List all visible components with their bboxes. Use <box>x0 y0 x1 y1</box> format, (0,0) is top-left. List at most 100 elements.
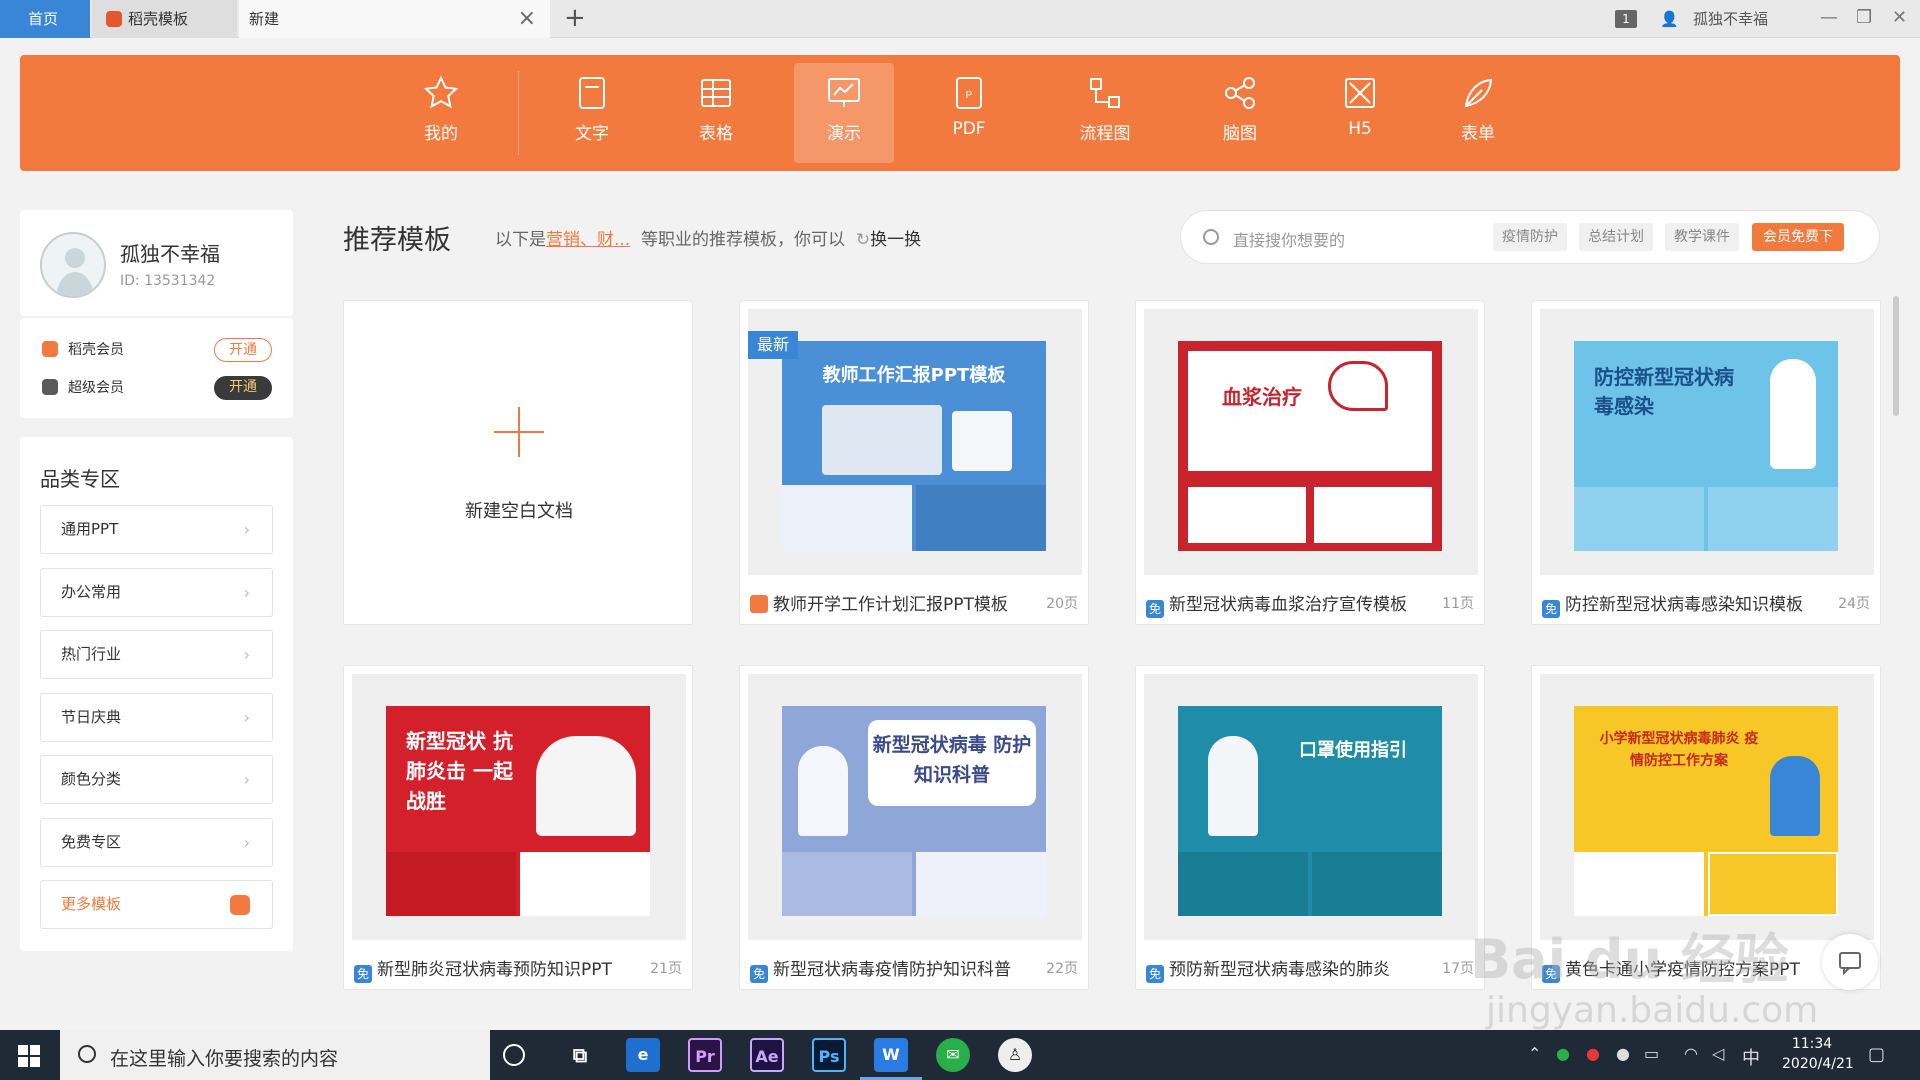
edge-browser-icon[interactable]: e <box>626 1038 660 1072</box>
wechat-icon[interactable]: ✉ <box>936 1038 970 1072</box>
template-card[interactable]: 新型冠状 抗肺炎击 一起战胜 免新型肺炎冠状病毒预防知识PPT 21页 <box>343 665 693 990</box>
nav-label: H5 <box>1348 119 1372 139</box>
scrollbar[interactable] <box>1893 296 1899 416</box>
more-templates-button[interactable]: 更多模板 <box>40 880 273 929</box>
thumb-title: 新型冠状病毒 防护知识科普 <box>872 734 1032 786</box>
thumb-title: 教师工作汇报PPT模板 <box>822 365 1006 386</box>
search-tag[interactable]: 疫情防护 <box>1493 223 1567 251</box>
task-view-icon[interactable]: ⧉ <box>563 1038 597 1072</box>
ime-indicator[interactable]: 中 <box>1742 1044 1760 1070</box>
category-item[interactable]: 节日庆典 › <box>40 693 273 742</box>
thumb-title: 小学新型冠状病毒肺炎 疫情防控工作方案 <box>1599 731 1759 769</box>
nav-text[interactable]: 文字 <box>542 63 642 163</box>
taskbar-clock[interactable]: 11:34 2020/4/21 <box>1782 1034 1854 1074</box>
feedback-button[interactable] <box>1822 934 1878 990</box>
template-caption: 免新型冠状病毒疫情防护知识科普 <box>750 955 1011 983</box>
free-badge: 免 <box>1146 965 1164 983</box>
template-card[interactable]: 新型冠状病毒 防护知识科普 免新型冠状病毒疫情防护知识科普 22页 <box>739 665 1089 990</box>
laptop-illustration <box>822 405 942 475</box>
new-blank-doc-card[interactable]: 新建空白文档 <box>343 300 693 625</box>
tray-qq-icon[interactable]: ● <box>1616 1044 1630 1063</box>
user-app-icon[interactable]: ♙ <box>998 1038 1032 1072</box>
document-icon <box>579 77 605 109</box>
tray-weibo-icon[interactable]: ● <box>1586 1044 1600 1063</box>
taskbar-search[interactable]: 在这里输入你要搜索的内容 <box>60 1030 490 1080</box>
nav-form[interactable]: 表单 <box>1428 63 1528 163</box>
category-label: 颜色分类 <box>61 770 122 788</box>
template-card[interactable]: 防控新型冠状病毒感染 免防控新型冠状病毒感染知识模板 24页 <box>1531 300 1881 625</box>
pdf-icon: P <box>956 77 982 109</box>
tab-home[interactable]: 首页 <box>0 0 90 38</box>
search-tag[interactable]: 教学课件 <box>1665 223 1739 251</box>
restore-button[interactable]: ❐ <box>1856 0 1872 38</box>
windows-start-icon[interactable] <box>18 1045 40 1067</box>
category-item[interactable]: 通用PPT › <box>40 505 273 554</box>
after-effects-icon[interactable]: Ae <box>750 1038 784 1072</box>
template-title: 防控新型冠状病毒感染知识模板 <box>1565 595 1803 615</box>
recommend-title: 推荐模板 <box>343 225 451 256</box>
category-item[interactable]: 热门行业 › <box>40 630 273 679</box>
super-member-open-button[interactable]: 开通 <box>214 376 272 400</box>
nav-mine[interactable]: 我的 <box>391 63 491 163</box>
tab-template[interactable]: 稻壳模板 <box>92 0 237 38</box>
vip-free-download-button[interactable]: 会员免费下 <box>1752 223 1844 251</box>
chat-icon <box>1839 952 1861 976</box>
free-badge: 免 <box>354 965 372 983</box>
nav-h5[interactable]: H5 <box>1310 63 1410 163</box>
premiere-icon[interactable]: Pr <box>688 1038 722 1072</box>
category-item[interactable]: 颜色分类 › <box>40 755 273 804</box>
template-caption: 免新型肺炎冠状病毒预防知识PPT <box>354 955 612 983</box>
category-item[interactable]: 免费专区 › <box>40 818 273 867</box>
template-search[interactable]: 直接搜你想要的 疫情防护 总结计划 教学课件 会员免费下 <box>1180 210 1880 264</box>
window-count-badge[interactable]: 1 <box>1615 10 1637 28</box>
minimize-button[interactable]: — <box>1820 0 1838 38</box>
docer-member-open-button[interactable]: 开通 <box>214 338 272 362</box>
tray-wechat-icon[interactable]: ● <box>1556 1044 1570 1063</box>
cortana-icon[interactable] <box>503 1044 525 1066</box>
taskbar-search-input[interactable]: 在这里输入你要搜索的内容 <box>110 1044 338 1071</box>
tab-new[interactable]: 新建 × <box>239 0 550 38</box>
template-caption: 免预防新型冠状病毒感染的肺炎 <box>1146 955 1390 983</box>
slide-preview <box>916 485 1046 551</box>
page-count: 11页 <box>1442 596 1474 612</box>
avatar[interactable] <box>40 232 106 298</box>
nav-flowchart[interactable]: 流程图 <box>1055 63 1155 163</box>
battery-icon[interactable]: ▭ <box>1644 1044 1659 1063</box>
close-window-button[interactable]: ✕ <box>1892 0 1907 38</box>
photoshop-icon[interactable]: Ps <box>812 1038 846 1072</box>
profession-link[interactable]: 营销、财... <box>546 230 630 250</box>
tab-close-icon[interactable]: × <box>518 0 536 38</box>
wifi-icon[interactable]: ◠ <box>1684 1044 1698 1063</box>
search-tag[interactable]: 总结计划 <box>1579 223 1653 251</box>
nav-pdf[interactable]: P PDF <box>919 63 1019 163</box>
template-card[interactable]: 教师工作汇报PPT模板 最新 教师开学工作计划汇报PPT模板 20页 <box>739 300 1089 625</box>
new-tab-button[interactable]: + <box>564 0 586 38</box>
slide-preview <box>1314 487 1432 543</box>
nav-spreadsheet[interactable]: 表格 <box>666 63 766 163</box>
membership-panel: 稻壳会员 开通 超级会员 开通 <box>20 318 293 418</box>
nav-label: 表格 <box>699 124 733 144</box>
search-input[interactable]: 直接搜你想要的 <box>1233 227 1345 251</box>
refresh-button[interactable]: 换一换 <box>870 230 921 250</box>
thumb-title: 口罩使用指引 <box>1299 740 1407 761</box>
nav-mindmap[interactable]: 脑图 <box>1190 63 1290 163</box>
titlebar-username[interactable]: 孤独不幸福 <box>1693 0 1768 38</box>
template-card[interactable]: 口罩使用指引 免预防新型冠状病毒感染的肺炎 17页 <box>1135 665 1485 990</box>
wps-office-icon[interactable]: W <box>860 1038 922 1080</box>
template-thumbnail: 防控新型冠状病毒感染 <box>1540 309 1874 575</box>
slide-preview <box>782 485 912 551</box>
user-name: 孤独不幸福 <box>120 242 220 266</box>
volume-icon[interactable]: ◁ <box>1712 1044 1724 1063</box>
slide-preview <box>1574 852 1704 916</box>
page-count: 24页 <box>1838 596 1870 612</box>
category-item[interactable]: 办公常用 › <box>40 568 273 617</box>
clock-date: 2020/4/21 <box>1782 1056 1854 1072</box>
nav-presentation[interactable]: 演示 <box>794 63 894 163</box>
free-badge: 免 <box>750 965 768 983</box>
slide-preview <box>782 852 912 916</box>
tray-expand-icon[interactable]: ⌃ <box>1528 1044 1541 1063</box>
template-card[interactable]: 血浆治疗 免新型冠状病毒血浆治疗宣传模板 11页 <box>1135 300 1485 625</box>
refresh-icon[interactable]: ↻ <box>856 230 870 250</box>
user-avatar-icon[interactable]: 👤 <box>1660 0 1679 38</box>
notification-icon[interactable]: ▢ <box>1868 1044 1885 1065</box>
